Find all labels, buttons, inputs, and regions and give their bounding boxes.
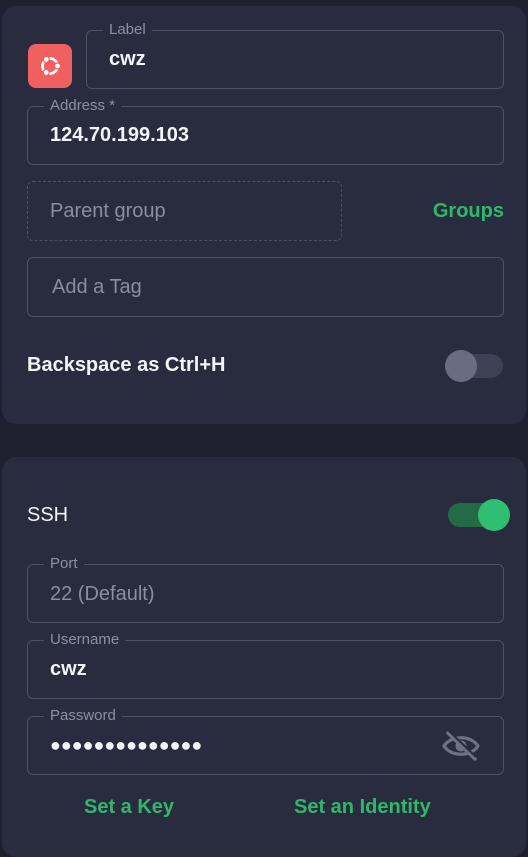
password-legend: Password [44,708,122,724]
parent-group-placeholder: Parent group [50,200,166,222]
add-tag-placeholder: Add a Tag [52,276,142,298]
groups-link[interactable]: Groups [433,200,504,223]
backspace-toggle[interactable] [445,350,503,382]
set-identity-link[interactable]: Set an Identity [294,796,431,819]
general-card: Label cwz Address * 124.70.199.103 Paren… [2,6,526,424]
address-legend: Address * [44,98,122,114]
username-field[interactable]: Username cwz [27,632,504,699]
backspace-label: Backspace as Ctrl+H [27,354,226,376]
username-legend: Username [44,632,126,648]
set-key-link[interactable]: Set a Key [84,796,174,819]
ubuntu-icon[interactable] [28,44,72,88]
eye-off-icon[interactable] [441,730,481,762]
port-legend: Port [44,556,84,572]
username-value: cwz [50,658,87,680]
ssh-toggle[interactable] [448,499,510,531]
address-value: 124.70.199.103 [50,124,190,146]
label-value: cwz [109,48,146,70]
parent-group-field[interactable]: Parent group [27,181,342,241]
add-tag-field[interactable]: Add a Tag [27,257,504,317]
ssh-card: SSH Port 22 (Default) Username cwz Passw… [2,457,526,857]
address-field[interactable]: Address * 124.70.199.103 [27,98,504,165]
port-field[interactable]: Port 22 (Default) [27,556,504,623]
label-field[interactable]: Label cwz [86,22,504,89]
password-field[interactable]: Password ●●●●●●●●●●●●●● [27,708,504,775]
ssh-label: SSH [27,504,69,526]
port-value: 22 (Default) [50,583,155,605]
password-value: ●●●●●●●●●●●●●● [50,735,203,755]
label-legend: Label [103,22,152,38]
